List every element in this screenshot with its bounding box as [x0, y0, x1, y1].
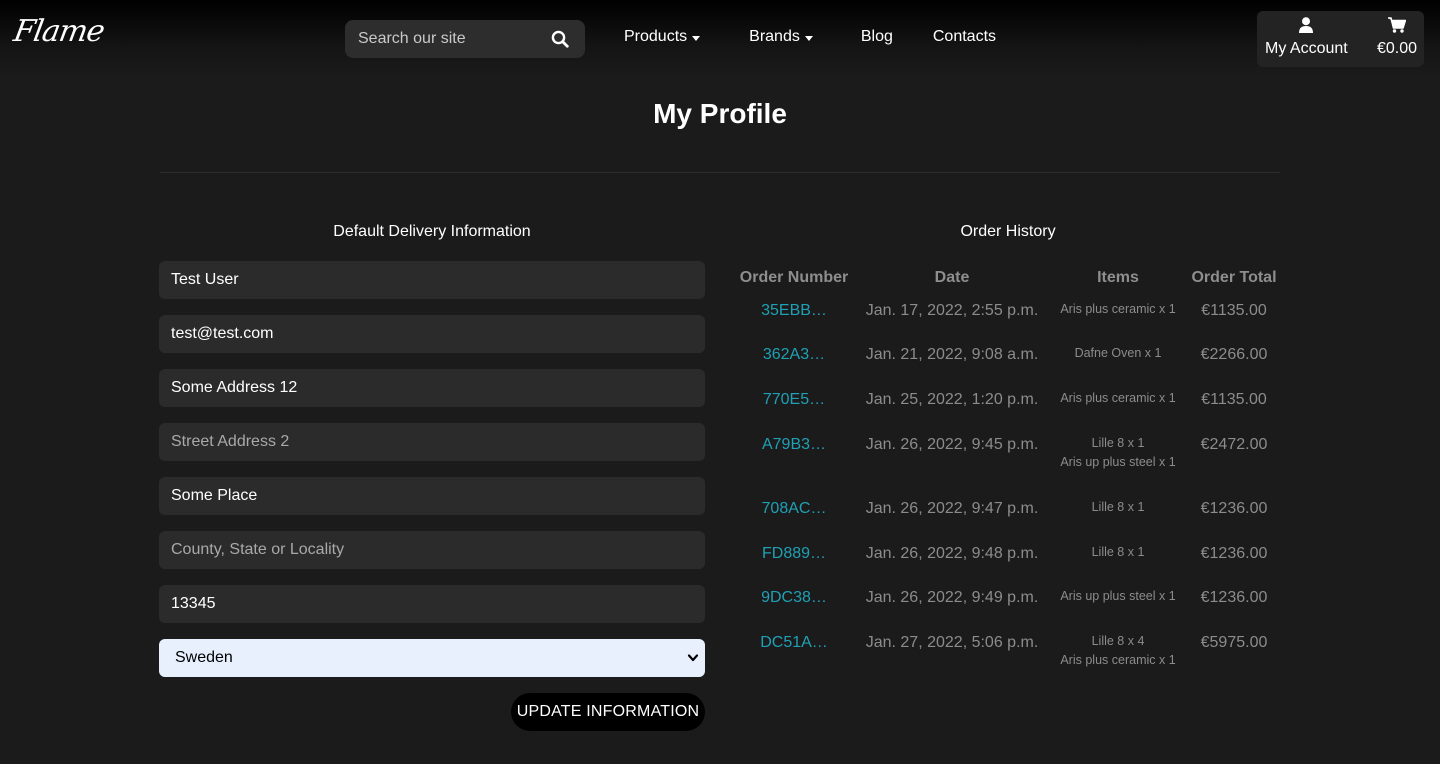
order-number-link[interactable]: 362A3… — [734, 346, 854, 364]
my-account-label: My Account — [1265, 40, 1348, 57]
nav-blog-label: Blog — [860, 28, 893, 45]
search-box — [345, 20, 585, 58]
update-information-button[interactable]: UPDATE INFORMATION — [511, 693, 705, 731]
order-number-link[interactable]: DC51A… — [734, 634, 854, 652]
order-date: Jan. 27, 2022, 5:06 p.m. — [865, 634, 1039, 651]
search-icon[interactable] — [551, 30, 569, 48]
title-divider — [160, 172, 1280, 173]
order-number-link[interactable]: 708AC… — [734, 500, 854, 518]
order-items: Dafne Oven x 1 — [1048, 344, 1188, 363]
account-cart-box: My Account €0.00 — [1257, 11, 1424, 67]
country-select-value: Sweden — [175, 649, 233, 666]
column-header-order-total: Order Total — [1191, 269, 1277, 286]
page-title: My Profile — [653, 98, 787, 129]
column-header-order-number: Order Number — [739, 269, 849, 286]
order-item: Lille 8 x 4 — [1091, 634, 1145, 648]
nav-contacts-label: Contacts — [932, 28, 997, 45]
nav-contacts[interactable]: Contacts — [933, 28, 996, 46]
order-item: Dafne Oven x 1 — [1074, 346, 1162, 360]
postcode-field[interactable] — [159, 585, 705, 623]
nav-brands-label: Brands — [749, 28, 800, 45]
order-item: Aris plus ceramic x 1 — [1060, 653, 1176, 667]
order-history-title: Order History — [960, 223, 1056, 240]
order-number-link[interactable]: 35EBB… — [734, 302, 854, 320]
order-date: Jan. 26, 2022, 9:45 p.m. — [865, 436, 1039, 453]
order-number-link[interactable]: FD889… — [734, 545, 854, 563]
nav-brands[interactable]: Brands — [749, 28, 813, 46]
main-nav: Products Brands Blog Contacts — [624, 28, 996, 46]
nav-blog[interactable]: Blog — [861, 28, 893, 46]
street-address-2-field[interactable] — [159, 423, 705, 461]
order-total: €1236.00 — [1200, 545, 1268, 562]
cart-total: €0.00 — [1377, 40, 1418, 57]
country-select[interactable]: Sweden — [159, 639, 705, 677]
user-icon — [1299, 17, 1314, 33]
order-items: Lille 8 x 1 Aris up plus steel x 1 — [1048, 434, 1188, 472]
full-name-field[interactable] — [159, 261, 705, 299]
town-field[interactable] — [159, 477, 705, 515]
order-total: €1135.00 — [1201, 302, 1267, 319]
chevron-down-icon — [687, 654, 699, 662]
my-account-link[interactable]: My Account — [1265, 17, 1348, 58]
order-item: Lille 8 x 1 — [1091, 500, 1145, 514]
order-date: Jan. 21, 2022, 9:08 a.m. — [865, 346, 1039, 363]
site-header: Flame Products Brands Blog Contacts — [0, 0, 1440, 78]
order-total: €1236.00 — [1200, 589, 1268, 606]
cart-link[interactable]: €0.00 — [1377, 17, 1417, 58]
order-total: €1135.00 — [1201, 391, 1267, 408]
order-item: Aris plus ceramic x 1 — [1060, 302, 1176, 316]
column-header-items: Items — [1097, 269, 1139, 286]
street-address-1-field[interactable] — [159, 369, 705, 407]
email-field[interactable] — [159, 315, 705, 353]
order-number-link[interactable]: 770E5… — [734, 391, 854, 409]
caret-down-icon — [692, 35, 701, 41]
nav-products[interactable]: Products — [624, 28, 701, 46]
order-total: €2266.00 — [1200, 346, 1268, 363]
order-items: Lille 8 x 1 — [1048, 498, 1188, 517]
order-items: Aris plus ceramic x 1 — [1048, 389, 1188, 408]
order-date: Jan. 26, 2022, 9:47 p.m. — [865, 500, 1039, 517]
county-field[interactable] — [159, 531, 705, 569]
order-items: Lille 8 x 1 — [1048, 543, 1188, 562]
site-logo[interactable]: Flame — [11, 14, 107, 49]
cart-icon — [1388, 17, 1407, 33]
search-input[interactable] — [356, 29, 546, 49]
order-item: Aris up plus steel x 1 — [1060, 455, 1176, 469]
order-item: Aris plus ceramic x 1 — [1060, 391, 1176, 405]
order-item: Lille 8 x 1 — [1091, 436, 1145, 450]
order-number-link[interactable]: 9DC38… — [734, 589, 854, 607]
order-date: Jan. 26, 2022, 9:48 p.m. — [865, 545, 1039, 562]
column-header-date: Date — [934, 269, 970, 286]
order-items: Lille 8 x 4 Aris plus ceramic x 1 — [1048, 632, 1188, 670]
order-date: Jan. 17, 2022, 2:55 p.m. — [865, 302, 1039, 319]
order-date: Jan. 25, 2022, 1:20 p.m. — [865, 391, 1039, 408]
order-items: Aris up plus steel x 1 — [1048, 587, 1188, 606]
caret-down-icon — [804, 35, 813, 41]
order-total: €5975.00 — [1200, 634, 1268, 651]
order-items: Aris plus ceramic x 1 — [1048, 300, 1188, 319]
order-item: Lille 8 x 1 — [1091, 545, 1145, 559]
delivery-section-title: Default Delivery Information — [333, 223, 531, 240]
order-total: €2472.00 — [1200, 436, 1268, 453]
order-total: €1236.00 — [1200, 500, 1268, 517]
nav-products-label: Products — [624, 28, 688, 45]
order-item: Aris up plus steel x 1 — [1060, 589, 1176, 603]
order-date: Jan. 26, 2022, 9:49 p.m. — [865, 589, 1039, 606]
order-number-link[interactable]: A79B3… — [734, 436, 854, 454]
